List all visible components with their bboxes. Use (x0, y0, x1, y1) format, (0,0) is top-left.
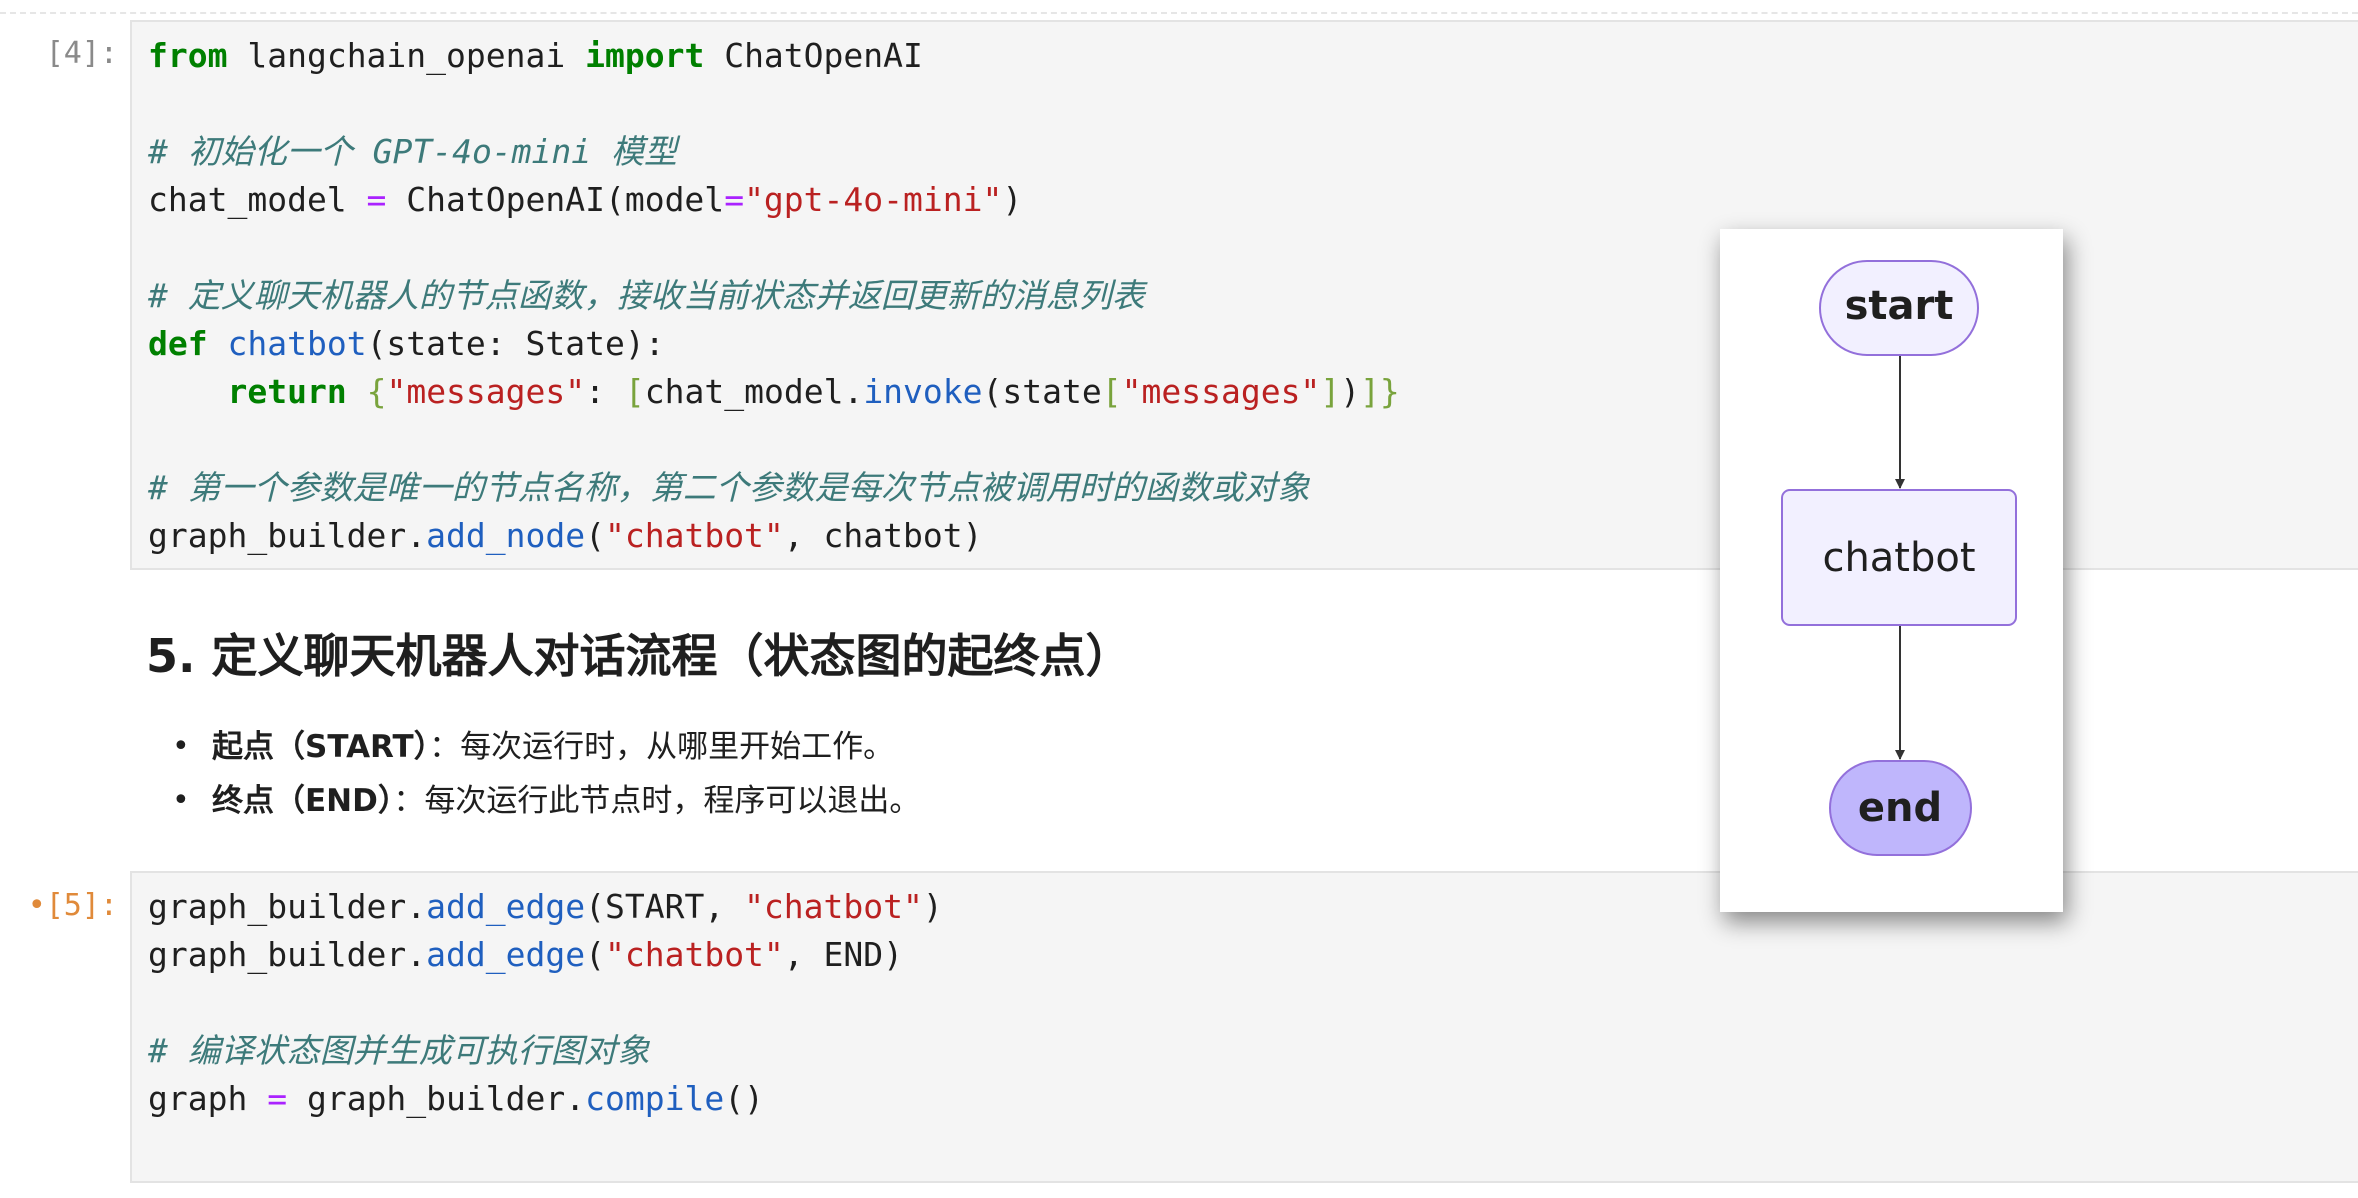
bullet-end: 终点（END）：每次运行此节点时，程序可以退出。 (172, 774, 920, 828)
code-token: graph_builder. (148, 935, 427, 974)
code-token: (START, (585, 887, 745, 926)
code-token: chat_model (148, 180, 367, 219)
code-token: # 初始化一个 GPT-4o-mini 模型 (148, 132, 678, 171)
code-cell-5[interactable]: graph_builder.add_edge(START, "chatbot")… (130, 871, 2358, 1183)
code-token: # 第一个参数是唯一的节点名称，第二个参数是每次节点被调用时的函数或对象 (148, 468, 1310, 507)
code-token: invoke (863, 372, 983, 411)
code-token: ) (1002, 180, 1023, 219)
graph-diagram-panel: start chatbot end (1720, 229, 2063, 912)
code-token: = (724, 180, 745, 219)
code-token: compile (585, 1079, 725, 1118)
code-line: from langchain_openai import ChatOpenAI (148, 32, 2358, 80)
code-token: () (724, 1079, 764, 1118)
code-token: "chatbot" (604, 516, 784, 555)
code-token: # 编译状态图并生成可执行图对象 (148, 1031, 650, 1070)
code-token: ]} (1360, 372, 1400, 411)
bullet-start-desc: ：每次运行时，从哪里开始工作。 (429, 729, 895, 765)
node-end-label: end (1858, 785, 1942, 831)
code-token: ( (585, 516, 605, 555)
code-token: ChatOpenAI (704, 36, 923, 75)
code-token: # 定义聊天机器人的节点函数，接收当前状态并返回更新的消息列表 (148, 276, 1145, 315)
code-token: , END) (783, 935, 904, 974)
code-token: ChatOpenAI(model (386, 180, 725, 219)
code-token: "chatbot" (744, 887, 923, 926)
code-token: "messages" (1121, 372, 1321, 411)
markdown-heading: 5. 定义聊天机器人对话流程（状态图的起终点） (146, 629, 1132, 683)
bullet-start-term: 起点（START） (212, 729, 430, 765)
cell-5-prompt: •[5]: (27, 888, 118, 923)
code-token: add_edge (426, 935, 586, 974)
code-token: from (148, 36, 228, 75)
code-token: [ (624, 372, 645, 411)
code-line: # 编译状态图并生成可执行图对象 (148, 1027, 2358, 1075)
bullet-end-term: 终点（END） (212, 783, 394, 819)
code-token: chatbot (227, 324, 367, 363)
code-token: def (148, 324, 208, 363)
code-line: graph_builder.add_edge("chatbot", END) (148, 931, 2358, 979)
code-token: , chatbot) (783, 516, 983, 555)
node-chatbot-label: chatbot (1822, 535, 1975, 581)
cell-4-prompt: [4]: (45, 36, 118, 71)
code-token: return (227, 372, 347, 411)
code-token: (state: State): (366, 324, 665, 363)
code-token: graph_builder. (148, 887, 427, 926)
code-token: "messages" (386, 372, 586, 411)
code-token: = (366, 180, 387, 219)
code-token: graph (148, 1079, 268, 1118)
code-token: import (585, 36, 705, 75)
code-token: "gpt-4o-mini" (744, 180, 1003, 219)
code-line: graph = graph_builder.compile() (148, 1075, 2358, 1123)
bullet-start: 起点（START）：每次运行时，从哪里开始工作。 (172, 720, 920, 774)
code-token: { (366, 372, 387, 411)
code-token: ] (1320, 372, 1341, 411)
code-token: add_node (426, 516, 586, 555)
code-token: (state (982, 372, 1102, 411)
code-token: add_edge (426, 887, 586, 926)
graph-diagram: start chatbot end (1781, 260, 2017, 856)
code-cell-5-source[interactable]: graph_builder.add_edge(START, "chatbot")… (132, 873, 2358, 1171)
code-token: : (585, 372, 625, 411)
code-token: graph_builder. (287, 1079, 586, 1118)
code-token: [ (1101, 372, 1122, 411)
code-line: chat_model = ChatOpenAI(model="gpt-4o-mi… (148, 176, 2358, 224)
code-token: graph_builder. (148, 516, 427, 555)
markdown-bullet-list: 起点（START）：每次运行时，从哪里开始工作。 终点（END）：每次运行此节点… (172, 720, 920, 828)
code-token: ) (922, 887, 943, 926)
bullet-end-desc: ：每次运行此节点时，程序可以退出。 (393, 783, 921, 819)
code-token: ) (1340, 372, 1361, 411)
code-token: ( (585, 935, 605, 974)
code-token: "chatbot" (604, 935, 784, 974)
previous-cell-border (0, 0, 2358, 14)
code-line: # 初始化一个 GPT-4o-mini 模型 (148, 128, 2358, 176)
code-token: chat_model. (644, 372, 864, 411)
node-start-label: start (1845, 283, 1954, 329)
code-token: = (267, 1079, 288, 1118)
code-token: langchain_openai (227, 36, 586, 75)
